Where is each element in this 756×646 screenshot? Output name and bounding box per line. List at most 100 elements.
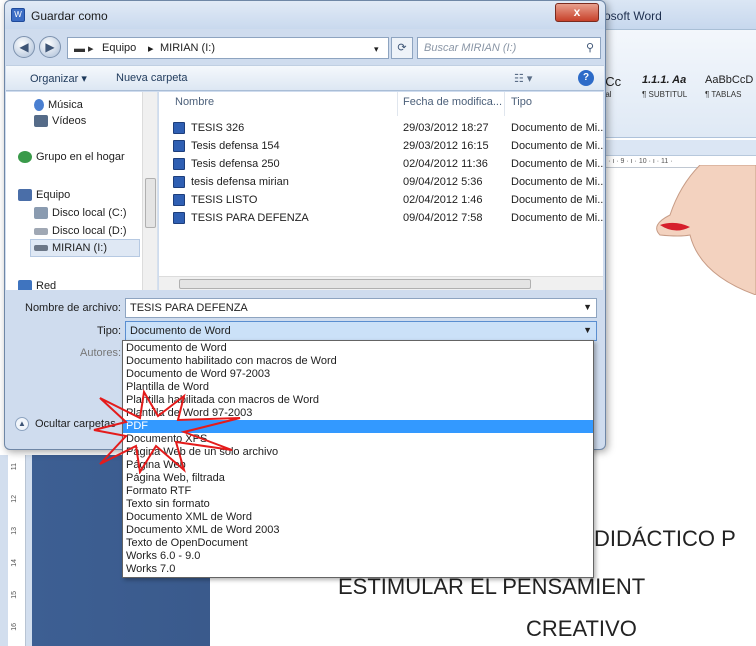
file-date: 02/04/2012 11:36 <box>403 158 488 170</box>
type-option[interactable]: Página Web de un solo archivo <box>123 446 593 459</box>
filename-dropdown-icon[interactable]: ▼ <box>583 302 592 312</box>
organize-button[interactable]: Organizar ▾ <box>30 72 87 85</box>
nav-scrollbar-thumb[interactable] <box>145 178 156 228</box>
file-type: Documento de Mi... <box>511 158 603 170</box>
file-date: 09/04/2012 5:36 <box>403 176 483 188</box>
type-option[interactable]: Works 6.0 - 9.0 <box>123 550 593 563</box>
nav-item-videos[interactable]: Vídeos <box>34 112 86 130</box>
nav-label: Red <box>36 280 57 290</box>
file-date: 09/04/2012 7:58 <box>403 212 483 224</box>
word-doc-icon <box>173 176 185 188</box>
file-row[interactable]: Tesis defensa 154 29/03/2012 16:15 Docum… <box>159 138 603 156</box>
type-option[interactable]: Works 7.0 <box>123 563 593 576</box>
type-value: Documento de Word <box>130 325 231 337</box>
vruler-mark: 12 <box>11 495 18 503</box>
type-option[interactable]: Formato RTF <box>123 485 593 498</box>
file-list-hscrollbar[interactable] <box>159 276 603 290</box>
vertical-ruler: 11 12 13 14 15 16 <box>8 455 26 646</box>
breadcrumb-mirian[interactable]: MIRIAN (I:) <box>160 42 215 54</box>
nav-item-red[interactable]: Red <box>18 277 56 290</box>
type-option-pdf-highlighted[interactable]: PDF <box>123 420 593 433</box>
type-option[interactable]: Página Web, filtrada <box>123 472 593 485</box>
word-doc-icon <box>173 122 185 134</box>
nav-label: Disco local (C:) <box>52 207 127 219</box>
doc-line-3[interactable]: CREATIVO <box>526 616 637 642</box>
file-row[interactable]: TESIS 326 29/03/2012 18:27 Documento de … <box>159 120 603 138</box>
close-button[interactable]: x <box>555 3 599 22</box>
column-header-type[interactable]: Tipo <box>511 96 532 108</box>
style-tablas-sample[interactable]: AaBbCcD <box>705 74 753 86</box>
type-option[interactable]: Página Web <box>123 459 593 472</box>
forward-button[interactable]: ▶ <box>39 36 61 58</box>
dialog-title: Guardar como <box>31 9 108 23</box>
vruler-mark: 16 <box>11 623 18 631</box>
file-date: 29/03/2012 16:15 <box>403 140 489 152</box>
file-row[interactable]: TESIS LISTO 02/04/2012 1:46 Documento de… <box>159 192 603 210</box>
type-option[interactable]: Texto sin formato <box>123 498 593 511</box>
hscrollbar-thumb[interactable] <box>179 279 531 289</box>
type-label: Tipo: <box>96 325 121 337</box>
type-option[interactable]: Plantilla de Word <box>123 381 593 394</box>
style-subtitle-sample[interactable]: 1.1.1. Aa <box>642 74 686 86</box>
navigation-pane: Música Vídeos Grupo en el hogar Equipo D… <box>6 92 158 290</box>
hide-folders-label: Ocultar carpetas <box>35 418 116 430</box>
nav-item-disco-d[interactable]: Disco local (D:) <box>34 222 127 240</box>
type-option[interactable]: Documento XPS <box>123 433 593 446</box>
word-ribbon: bCc rmal 1.1.1. Aa ¶ SUBTITUL AaBbCcD ¶ … <box>590 30 756 138</box>
refresh-icon[interactable]: ⟳ <box>391 37 413 59</box>
type-select[interactable]: Documento de Word ▼ <box>125 321 597 341</box>
nav-label: MIRIAN (I:) <box>52 242 107 254</box>
style-subtitle-caption: ¶ SUBTITUL <box>642 90 688 99</box>
type-option[interactable]: Plantilla de Word 97-2003 <box>123 407 593 420</box>
search-input[interactable]: Buscar MIRIAN (I:) ⚲ <box>417 37 601 59</box>
search-icon[interactable]: ⚲ <box>586 41 594 54</box>
file-type: Documento de Mi... <box>511 176 603 188</box>
address-dropdown-icon[interactable]: ▾ <box>374 44 379 55</box>
column-separator <box>504 92 505 116</box>
file-row[interactable]: Tesis defensa 250 02/04/2012 11:36 Docum… <box>159 156 603 174</box>
type-option[interactable]: Documento de Word <box>123 342 593 355</box>
file-row[interactable]: tesis defensa mirian 09/04/2012 5:36 Doc… <box>159 174 603 192</box>
help-icon[interactable]: ? <box>578 70 594 86</box>
nav-scrollbar[interactable] <box>142 92 157 290</box>
doc-line-1[interactable]: DIDÁCTICO P <box>594 526 736 552</box>
filename-input[interactable]: TESIS PARA DEFENZA ▼ <box>125 298 597 318</box>
homegroup-icon <box>18 151 32 163</box>
word-doc-icon <box>173 140 185 152</box>
nav-label: Música <box>48 99 83 111</box>
file-name: TESIS 326 <box>191 122 245 134</box>
file-row[interactable]: TESIS PARA DEFENZA 09/04/2012 7:58 Docum… <box>159 210 603 228</box>
nav-item-equipo[interactable]: Equipo <box>18 186 70 204</box>
column-header-date[interactable]: Fecha de modifica... <box>403 96 502 108</box>
type-dropdown-icon[interactable]: ▼ <box>583 325 592 335</box>
vruler-mark: 13 <box>11 527 18 535</box>
drive-c-icon <box>34 207 48 219</box>
address-bar[interactable]: ▬ ▸ Equipo ▸ MIRIAN (I:) ▾ <box>67 37 389 59</box>
type-option[interactable]: Documento XML de Word 2003 <box>123 524 593 537</box>
vruler-mark: 11 <box>11 463 18 471</box>
hide-folders-button[interactable]: ▲ Ocultar carpetas <box>15 417 116 431</box>
nav-item-mirian[interactable]: MIRIAN (I:) <box>30 239 140 257</box>
column-header-name[interactable]: Nombre <box>175 96 214 108</box>
computer-icon <box>18 189 32 201</box>
type-option[interactable]: Documento de Word 97-2003 <box>123 368 593 381</box>
search-placeholder: Buscar MIRIAN (I:) <box>424 42 517 54</box>
type-option[interactable]: Documento habilitado con macros de Word <box>123 355 593 368</box>
file-type: Documento de Mi... <box>511 140 603 152</box>
drive-d-icon <box>34 227 48 235</box>
back-button[interactable]: ◀ <box>13 36 35 58</box>
breadcrumb-equipo[interactable]: Equipo <box>102 42 136 54</box>
new-folder-button[interactable]: Nueva carpeta <box>116 72 188 84</box>
nav-item-grupo-hogar[interactable]: Grupo en el hogar <box>18 148 125 166</box>
word-doc-icon <box>173 194 185 206</box>
type-option[interactable]: Texto de OpenDocument <box>123 537 593 550</box>
file-name: Tesis defensa 154 <box>191 140 280 152</box>
drive-icon: ▬ ▸ <box>74 43 94 55</box>
type-option[interactable]: Documento XML de Word <box>123 511 593 524</box>
breadcrumb-separator: ▸ <box>148 43 154 55</box>
view-options-button[interactable]: ☷ ▾ <box>514 72 532 85</box>
nav-item-disco-c[interactable]: Disco local (C:) <box>34 204 127 222</box>
type-option[interactable]: Plantilla habilitada con macros de Word <box>123 394 593 407</box>
dialog-title-bar[interactable]: W Guardar como x <box>5 1 605 29</box>
style-tablas-caption: ¶ TABLAS <box>705 90 742 99</box>
